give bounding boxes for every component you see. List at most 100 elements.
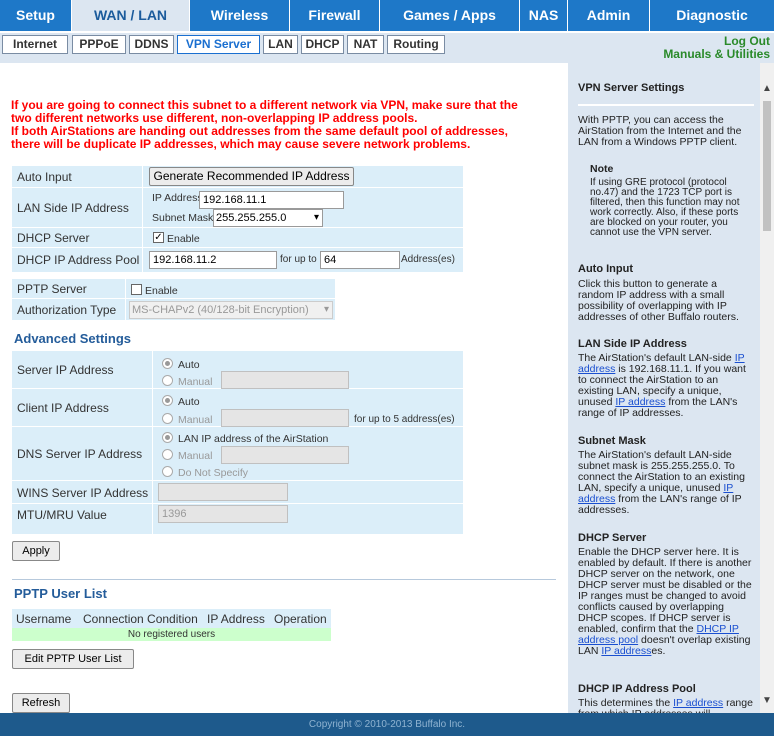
- client-ip-label: Client IP Address: [17, 401, 109, 415]
- dhcp-enable-checkbox[interactable]: ✓: [153, 232, 164, 243]
- dhcp-pool-count-input[interactable]: 64: [320, 251, 400, 269]
- help-divider: [578, 104, 754, 106]
- server-ip-auto-label: Auto: [178, 359, 200, 371]
- tab-setup[interactable]: Setup: [0, 0, 72, 31]
- pptp-server-row: PPTP Server Enable: [12, 279, 335, 299]
- server-ip-manual-label: Manual: [178, 376, 213, 388]
- pptp-enable-checkbox[interactable]: [131, 284, 142, 295]
- client-ip-manual-radio[interactable]: [162, 413, 173, 424]
- tab-games-apps[interactable]: Games / Apps: [380, 0, 520, 31]
- dhcp-server-label: DHCP Server: [17, 231, 90, 245]
- main-nav: Setup WAN / LAN Wireless Firewall Games …: [0, 0, 774, 33]
- mtu-input[interactable]: 1396: [158, 505, 288, 523]
- manuals-link[interactable]: Manuals & Utilities: [663, 47, 770, 61]
- help-dhcp-text: Enable the DHCP server here. It is enabl…: [578, 547, 754, 657]
- scroll-up-icon[interactable]: ▲: [762, 83, 772, 94]
- server-ip-manual-radio[interactable]: [162, 375, 173, 386]
- subtab-dhcp[interactable]: DHCP: [301, 35, 344, 54]
- col-ip-address: IP Address: [207, 612, 265, 626]
- help-auto-text: Click this button to generate a random I…: [578, 278, 739, 323]
- main-content: If you are going to connect this subnet …: [0, 63, 562, 713]
- auto-input-label: Auto Input: [17, 170, 72, 184]
- auth-type-select[interactable]: MS-CHAPv2 (40/128-bit Encryption) ▾: [129, 301, 333, 319]
- help-dhcp-heading: DHCP Server: [578, 532, 647, 544]
- auth-type-value: MS-CHAPv2 (40/128-bit Encryption): [132, 304, 309, 316]
- subnet-mask-select[interactable]: 255.255.255.0 ▾: [213, 209, 323, 227]
- subtab-pppoe[interactable]: PPPoE: [72, 35, 126, 54]
- user-table-header: Username Connection Condition IP Address…: [12, 609, 331, 628]
- help-subnet-heading: Subnet Mask: [578, 435, 646, 447]
- help-intro: With PPTP, you can access the AirStation…: [578, 114, 742, 148]
- chevron-down-icon: ▾: [313, 212, 319, 223]
- edit-user-list-button[interactable]: Edit PPTP User List: [12, 649, 134, 669]
- scrollbar-thumb[interactable]: [763, 101, 771, 231]
- subtab-nat[interactable]: NAT: [347, 35, 384, 54]
- refresh-button[interactable]: Refresh: [12, 693, 70, 713]
- sub-nav: Internet PPPoE DDNS VPN Server LAN DHCP …: [0, 33, 774, 63]
- dns-no-specify-label: Do Not Specify: [178, 467, 249, 479]
- lan-ip-label: LAN Side IP Address: [17, 201, 129, 215]
- pptp-server-label: PPTP Server: [17, 282, 87, 296]
- client-ip-auto-label: Auto: [178, 396, 200, 408]
- help-note-text: If using GRE protocol (protocol no.47) a…: [590, 177, 740, 238]
- dns-manual-input[interactable]: [221, 446, 349, 464]
- warning-line-4: there will be duplicate IP addresses, wh…: [11, 137, 471, 151]
- help-subnet-text: The AirStation's default LAN-side subnet…: [578, 450, 754, 516]
- generate-ip-button[interactable]: Generate Recommended IP Address: [149, 167, 354, 186]
- overlap-warning: If you are going to connect this subnet …: [11, 99, 556, 151]
- advanced-settings-heading: Advanced Settings: [14, 331, 132, 346]
- for-up-to-label: for up to: [280, 254, 317, 265]
- no-users-row: No registered users: [12, 628, 331, 641]
- help-subnet-text-1: The AirStation's default LAN-side subnet…: [578, 449, 745, 494]
- tab-wireless[interactable]: Wireless: [190, 0, 290, 31]
- lan-settings-table: Auto Input Generate Recommended IP Addre…: [12, 166, 463, 272]
- subtab-vpn-server[interactable]: VPN Server: [177, 35, 260, 54]
- wins-label: WINS Server IP Address: [17, 486, 149, 500]
- dhcp-pool-start-input[interactable]: 192.168.11.2: [149, 251, 277, 269]
- subtab-internet[interactable]: Internet: [2, 35, 68, 54]
- help-panel: VPN Server Settings With PPTP, you can a…: [568, 63, 760, 713]
- tab-diagnostic[interactable]: Diagnostic: [650, 0, 774, 31]
- ip-address-input[interactable]: 192.168.11.1: [199, 191, 344, 209]
- server-ip-manual-input[interactable]: [221, 371, 349, 389]
- client-ip-manual-input[interactable]: [221, 409, 349, 427]
- dns-lan-radio[interactable]: [162, 432, 173, 443]
- subnet-mask-label: Subnet Mask: [152, 212, 214, 224]
- tab-firewall[interactable]: Firewall: [290, 0, 380, 31]
- dns-no-specify-radio[interactable]: [162, 466, 173, 477]
- subnet-mask-value: 255.255.255.0: [216, 212, 287, 224]
- subtab-routing[interactable]: Routing: [387, 35, 445, 54]
- tab-wan-lan[interactable]: WAN / LAN: [72, 0, 190, 31]
- lan-ip-row: LAN Side IP Address IP Address 192.168.1…: [12, 188, 463, 228]
- help-lan-text: The AirStation's default LAN-side IP add…: [578, 353, 754, 419]
- addresses-unit-label: Address(es): [401, 254, 455, 265]
- subtab-lan[interactable]: LAN: [263, 35, 298, 54]
- tab-admin[interactable]: Admin: [568, 0, 650, 31]
- scroll-down-icon[interactable]: ▼: [762, 695, 772, 706]
- pptp-user-table: Username Connection Condition IP Address…: [12, 609, 331, 641]
- dhcp-enable-label: Enable: [167, 233, 200, 245]
- footer: Copyright © 2010-2013 Buffalo Inc.: [0, 713, 774, 736]
- apply-button[interactable]: Apply: [12, 541, 60, 561]
- subtab-ddns[interactable]: DDNS: [129, 35, 174, 54]
- help-scrollbar[interactable]: ▲ ▼: [760, 63, 774, 713]
- help-note-heading: Note: [590, 163, 614, 175]
- pptp-table: PPTP Server Enable Authorization Type MS…: [12, 279, 335, 320]
- logout-link[interactable]: Log Out: [724, 34, 770, 48]
- wins-input[interactable]: [158, 483, 288, 501]
- dns-server-row: DNS Server IP Address LAN IP address of …: [12, 427, 463, 481]
- server-ip-row: Server IP Address Auto Manual: [12, 351, 463, 389]
- tab-nas[interactable]: NAS: [520, 0, 568, 31]
- auth-type-label: Authorization Type: [17, 303, 117, 317]
- auth-type-row: Authorization Type MS-CHAPv2 (40/128-bit…: [12, 299, 335, 320]
- col-operation: Operation: [274, 612, 327, 626]
- dns-manual-radio[interactable]: [162, 449, 173, 460]
- client-ip-auto-radio[interactable]: [162, 395, 173, 406]
- help-dhcp-text-3: es.: [651, 645, 666, 657]
- help-dhcp-ip-link[interactable]: IP address: [601, 645, 651, 657]
- server-ip-auto-radio[interactable]: [162, 358, 173, 369]
- dns-server-label: DNS Server IP Address: [17, 447, 143, 461]
- ip-address-label: IP Address: [152, 192, 203, 204]
- col-connection-condition: Connection Condition: [83, 612, 198, 626]
- client-ip-row: Client IP Address Auto Manual for up to …: [12, 389, 463, 427]
